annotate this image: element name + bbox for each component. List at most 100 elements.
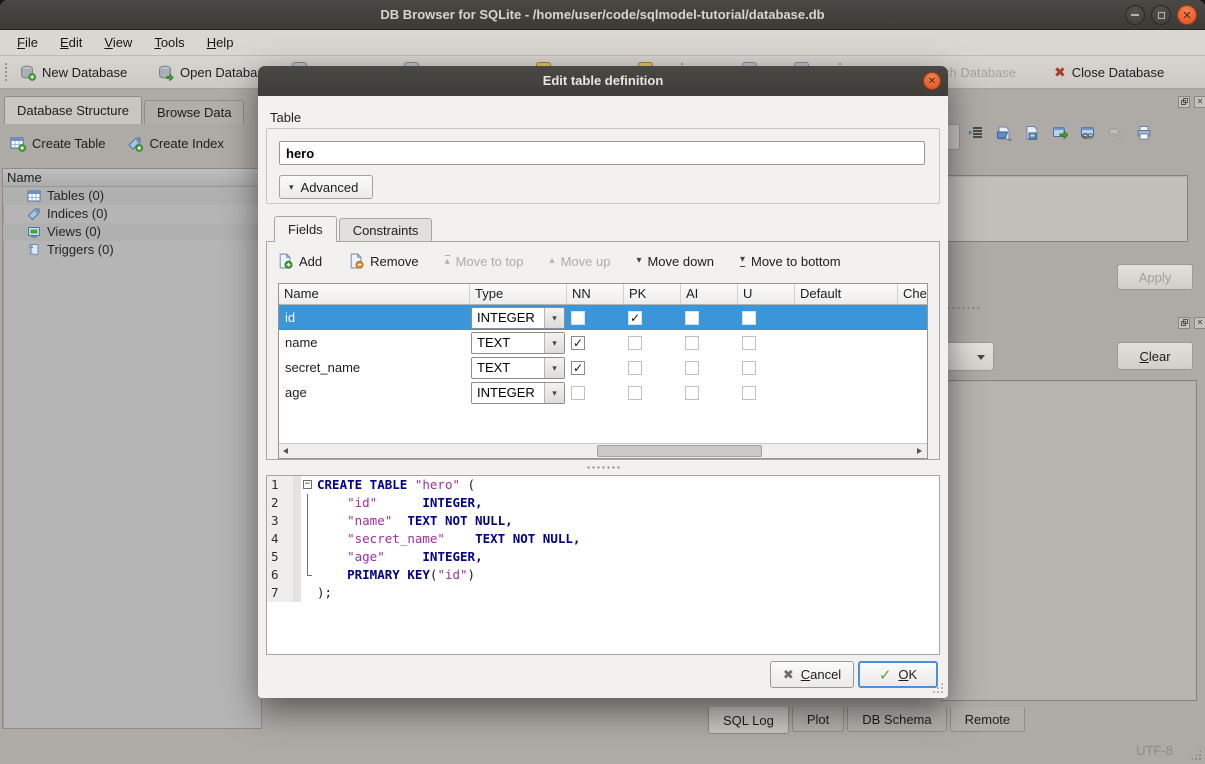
log-filter-combo-partial[interactable] (941, 342, 994, 371)
field-ai-checkbox[interactable] (685, 386, 699, 400)
move-down-button[interactable]: ▾ Move down (636, 254, 714, 269)
field-type-combo[interactable]: INTEGER▾ (471, 382, 565, 404)
field-pk-checkbox[interactable] (628, 336, 642, 350)
scroll-track[interactable] (294, 444, 912, 458)
schema-tree[interactable]: Name Tables (0) Indices (0) Views (0) Tr… (2, 168, 262, 729)
menu-tools[interactable]: Tools (143, 30, 195, 56)
dialog-close-button[interactable]: ✕ (923, 72, 941, 90)
scroll-left-button[interactable] (279, 444, 294, 458)
dock-close-button-log[interactable]: ✕ (1194, 317, 1205, 329)
field-type-combo[interactable]: TEXT▾ (471, 357, 565, 379)
field-pk-checkbox[interactable] (628, 386, 642, 400)
field-ai-checkbox[interactable] (685, 361, 699, 375)
indent-icon[interactable] (968, 125, 984, 141)
sql-log-area[interactable] (941, 380, 1197, 701)
create-index-button[interactable]: Create Index (127, 131, 223, 156)
move-to-bottom-button[interactable]: ▾ Move to bottom (740, 254, 841, 269)
field-check-cell[interactable] (898, 330, 928, 355)
field-nn-checkbox[interactable] (571, 386, 585, 400)
scroll-right-button[interactable] (912, 444, 927, 458)
remove-field-button[interactable]: Remove (348, 253, 418, 269)
column-header-type[interactable]: Type (470, 284, 567, 304)
field-nn-checkbox[interactable]: ✓ (571, 361, 585, 375)
field-row-id[interactable]: idINTEGER▾ ✓ (279, 305, 927, 330)
advanced-button[interactable]: ▾ Advanced (279, 175, 373, 199)
field-ai-checkbox[interactable] (685, 311, 699, 325)
tab-browse-data[interactable]: Browse Data (144, 100, 244, 124)
link-icon[interactable] (1080, 125, 1096, 141)
open-file-icon[interactable] (996, 125, 1012, 141)
field-row-secret_name[interactable]: secret_nameTEXT▾✓ (279, 355, 927, 380)
create-table-button[interactable]: Create Table (10, 131, 105, 156)
table-name-input[interactable] (279, 141, 925, 165)
field-u-checkbox[interactable] (742, 386, 756, 400)
dock-float-button-log[interactable] (1178, 317, 1190, 329)
field-u-checkbox[interactable] (742, 336, 756, 350)
menu-view[interactable]: View (93, 30, 143, 56)
field-name-cell[interactable]: id (279, 305, 470, 330)
titlebar[interactable]: DB Browser for SQLite - /home/user/code/… (0, 0, 1205, 30)
field-type-combo[interactable]: TEXT▾ (471, 332, 565, 354)
save-file-icon[interactable] (1024, 125, 1040, 141)
close-window-button[interactable]: ✕ (1177, 5, 1197, 25)
field-nn-checkbox[interactable]: ✓ (571, 336, 585, 350)
fields-sql-splitter[interactable] (266, 464, 940, 470)
collapse-icon[interactable]: − (303, 480, 312, 489)
column-header-name[interactable]: Name (279, 284, 470, 304)
toolbar-drag-handle[interactable] (4, 62, 9, 83)
tab-plot[interactable]: Plot (792, 707, 844, 732)
ok-button[interactable]: ✓ OK (858, 661, 938, 688)
field-name-cell[interactable]: name (279, 330, 470, 355)
column-header-u[interactable]: U (738, 284, 795, 304)
scroll-thumb[interactable] (597, 445, 762, 457)
field-check-cell[interactable] (898, 305, 928, 330)
tab-db-schema[interactable]: DB Schema (847, 707, 946, 732)
field-default-cell[interactable] (795, 330, 898, 355)
tree-item-triggers[interactable]: Triggers (0) (3, 241, 261, 259)
column-header-default[interactable]: Default (795, 284, 898, 304)
cancel-button[interactable]: ✖ Cancel (770, 661, 854, 688)
column-header-ai[interactable]: AI (681, 284, 738, 304)
field-pk-checkbox[interactable]: ✓ (628, 311, 642, 325)
grid-horizontal-scrollbar[interactable] (279, 443, 927, 458)
tab-sql-log[interactable]: SQL Log (708, 707, 789, 734)
tab-remote[interactable]: Remote (950, 707, 1026, 732)
fields-grid[interactable]: Name Type NN PK AI U Default Check idINT… (278, 283, 928, 459)
execute-icon[interactable] (1052, 125, 1068, 141)
field-u-checkbox[interactable] (742, 361, 756, 375)
menu-file[interactable]: File (6, 30, 49, 56)
field-type-combo[interactable]: INTEGER▾ (471, 307, 565, 329)
record-icon[interactable] (1108, 125, 1124, 141)
field-pk-checkbox[interactable] (628, 361, 642, 375)
menu-edit[interactable]: Edit (49, 30, 93, 56)
window-resize-grip[interactable] (1190, 749, 1202, 761)
print-icon[interactable] (1136, 125, 1152, 141)
field-u-checkbox[interactable] (742, 311, 756, 325)
tree-header-name[interactable]: Name (3, 169, 261, 187)
field-row-age[interactable]: ageINTEGER▾ (279, 380, 927, 405)
sql-preview[interactable]: 1−CREATE TABLE "hero" (2 "id" INTEGER,3 … (266, 475, 940, 655)
tree-item-tables[interactable]: Tables (0) (3, 187, 261, 205)
dock-float-button[interactable] (1178, 96, 1190, 108)
column-header-pk[interactable]: PK (624, 284, 681, 304)
minimize-button[interactable] (1125, 5, 1145, 25)
close-database-button[interactable]: ✖ Close Database (1048, 60, 1170, 85)
new-database-button[interactable]: New Database (14, 60, 133, 85)
field-check-cell[interactable] (898, 380, 928, 405)
column-header-check[interactable]: Check (898, 284, 928, 304)
cell-editor-box[interactable] (941, 175, 1188, 242)
field-nn-checkbox[interactable] (571, 311, 585, 325)
tree-item-indices[interactable]: Indices (0) (3, 205, 261, 223)
field-default-cell[interactable] (795, 305, 898, 330)
field-ai-checkbox[interactable] (685, 336, 699, 350)
dock-close-button[interactable]: ✕ (1194, 96, 1205, 108)
field-default-cell[interactable] (795, 380, 898, 405)
tab-database-structure[interactable]: Database Structure (4, 96, 142, 124)
maximize-button[interactable] (1151, 5, 1171, 25)
fold-marker[interactable]: − (301, 476, 315, 494)
field-name-cell[interactable]: age (279, 380, 470, 405)
dialog-titlebar[interactable]: Edit table definition ✕ (258, 66, 948, 96)
add-field-button[interactable]: Add (277, 253, 322, 269)
clear-button[interactable]: Clear (1117, 342, 1193, 370)
field-check-cell[interactable] (898, 355, 928, 380)
